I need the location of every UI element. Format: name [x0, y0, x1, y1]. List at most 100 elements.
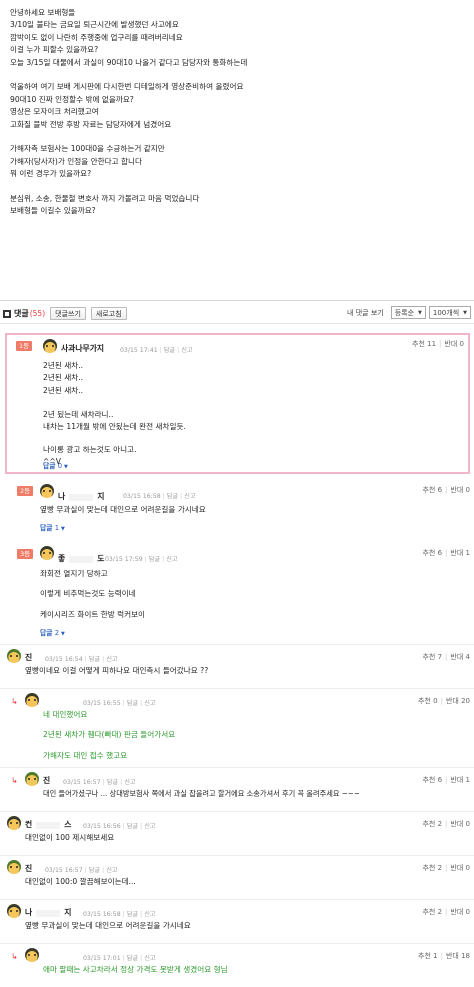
recommend-label[interactable]: 추천: [412, 340, 425, 348]
comment-time: 03/15 16:55: [83, 700, 121, 707]
comment-meta: 03/15 16:57 | 답글 | 신고: [63, 779, 136, 786]
recommend-label[interactable]: 추천: [422, 653, 435, 661]
report-link[interactable]: 신고: [106, 656, 117, 663]
post-line: 분심위, 소송, 한물철 변호사 까지 가볼려고 마음 먹었습니다: [10, 194, 200, 204]
report-link[interactable]: 신고: [106, 867, 117, 874]
comment-line: 2년된 새차가 휀다(빠대) 판금 들어가서요: [43, 730, 176, 740]
recommend-label[interactable]: 추천: [422, 908, 435, 916]
author-name[interactable]: 진: [25, 863, 32, 874]
recommend-label[interactable]: 추천: [418, 952, 431, 960]
oppose-count: 0: [465, 864, 470, 872]
comment-body: 대인없이 100:0 깔끔해보이는데...: [25, 876, 136, 888]
oppose-label[interactable]: 반대: [446, 697, 459, 705]
recommend-count: 2: [437, 820, 443, 828]
reply-link[interactable]: 답글: [127, 911, 138, 918]
comment-icon: [3, 309, 11, 318]
avatar[interactable]: [25, 772, 39, 786]
reply-count-link[interactable]: 답글 2 ▼: [40, 627, 65, 637]
comment-line: 네 대인했어요: [43, 710, 88, 719]
recommend-label[interactable]: 추천: [422, 820, 435, 828]
oppose-label[interactable]: 반대: [450, 486, 463, 494]
my-comments-link[interactable]: 내 댓글 보기: [347, 308, 384, 318]
avatar[interactable]: [7, 816, 21, 830]
avatar[interactable]: [40, 546, 54, 560]
avatar[interactable]: [40, 484, 54, 498]
comment-title: 댓글: [14, 309, 29, 318]
post-line: 깜박이도 없이 나란히 주행중에 업구리를 때려버리네요: [10, 32, 183, 42]
report-link[interactable]: 신고: [144, 955, 155, 962]
recommend-label[interactable]: 추천: [422, 776, 435, 784]
report-link[interactable]: 신고: [184, 493, 195, 500]
oppose-count: 4: [465, 653, 470, 661]
author-name[interactable]: 컨스: [25, 819, 71, 830]
comment-body: 대인 들어가셨구나 ... 상대방보험사 쪽에서 과실 잡을려고 할거에요 소송…: [43, 788, 360, 800]
reply-item: ↳ 진 03/15 16:57 | 답글 | 신고 추천 6 | 반대 1 대인 들어가셨구…: [0, 769, 474, 809]
post-line: 뭐 이런 경우가 있을까요?: [10, 169, 92, 179]
reply-link[interactable]: 답글: [164, 347, 175, 354]
report-link[interactable]: 신고: [166, 556, 177, 563]
oppose-label[interactable]: 반대: [450, 864, 463, 872]
oppose-label[interactable]: 반대: [450, 653, 463, 661]
sort-select[interactable]: 등록순 ▼: [390, 306, 426, 319]
post-line: 보배형들 이길수 있을까요?: [10, 206, 96, 216]
avatar[interactable]: [43, 339, 57, 353]
reply-link[interactable]: 답글: [127, 955, 138, 962]
author-name[interactable]: 나지: [25, 907, 71, 918]
chevron-down-icon: ▼: [61, 526, 65, 532]
refresh-button[interactable]: 새로고침: [90, 307, 127, 320]
report-link[interactable]: 신고: [181, 347, 192, 354]
comment-body: 좌회전 열지기 당하고 이렇게 비추먹는것도 능력이네 케이시리즈 화이트 한방…: [40, 568, 145, 621]
avatar[interactable]: [25, 948, 39, 962]
author-name[interactable]: 진: [43, 775, 50, 786]
recommend-count: 2: [437, 864, 443, 872]
reply-link[interactable]: 답글: [107, 779, 118, 786]
per-page-value: 100개씩: [432, 308, 460, 317]
oppose-label[interactable]: 반대: [446, 952, 459, 960]
reply-link[interactable]: 답글: [127, 700, 138, 707]
recommend-label[interactable]: 추천: [422, 549, 435, 557]
oppose-label[interactable]: 반대: [444, 340, 457, 348]
report-link[interactable]: 신고: [144, 911, 155, 918]
comment-line: 옆빵 무과실이 맞는데 대인으로 어려운길을 가시네요: [40, 505, 206, 514]
avatar[interactable]: [7, 649, 21, 663]
avatar[interactable]: [7, 860, 21, 874]
rank-badge: 3등: [17, 549, 34, 559]
recommend-label[interactable]: 추천: [422, 486, 435, 494]
reply-link[interactable]: 답글: [149, 556, 160, 563]
reply-link[interactable]: 답글: [89, 656, 100, 663]
author-name[interactable]: 좋도: [58, 553, 104, 564]
comment-time: 03/15 16:58: [83, 911, 121, 918]
comment-line: 대인 들어가셨구나 ... 상대방보험사 쪽에서 과실 잡을려고 할거에요 소송…: [43, 789, 360, 798]
comment-body: 옆빵 무과실이 맞는데 대인으로 어려운길을 가시네요: [40, 504, 206, 516]
reply-count-link[interactable]: 답글 1 ▼: [40, 522, 65, 532]
write-comment-button[interactable]: 댓글쓰기: [50, 307, 86, 320]
per-page-select[interactable]: 100개씩 ▼: [428, 306, 471, 319]
report-link[interactable]: 신고: [144, 700, 155, 707]
reply-link[interactable]: 답글: [167, 493, 178, 500]
comment-meta: 03/15 16:54 | 답글 | 신고: [45, 656, 118, 663]
recommend-count: 6: [437, 486, 443, 494]
report-link[interactable]: 신고: [144, 823, 155, 830]
oppose-label[interactable]: 반대: [450, 820, 463, 828]
recommend-label[interactable]: 추천: [422, 864, 435, 872]
author-name[interactable]: 사과나무가지: [61, 343, 104, 354]
vote-counts: 추천 6 | 반대 1: [422, 549, 470, 557]
reply-link[interactable]: 답글: [127, 823, 138, 830]
recommend-label[interactable]: 추천: [418, 697, 431, 705]
reply-link[interactable]: 답글: [89, 867, 100, 874]
avatar[interactable]: [7, 904, 21, 918]
divider: [0, 943, 474, 944]
reply-item: ↳ 03/15 17:01 | 답글 | 신고 추천 1 | 반대 18 애마 팔때는 사고…: [0, 945, 474, 985]
oppose-label[interactable]: 반대: [450, 908, 463, 916]
oppose-label[interactable]: 반대: [450, 776, 463, 784]
author-name[interactable]: 진: [25, 652, 32, 663]
author-name[interactable]: 나지: [58, 491, 104, 502]
avatar[interactable]: [25, 693, 39, 707]
chevron-down-icon: ▼: [64, 464, 68, 470]
report-link[interactable]: 신고: [124, 779, 135, 786]
reply-count-link[interactable]: 답글 0 ▼: [43, 460, 68, 470]
vote-counts: 추천 0 | 반대 20: [418, 697, 470, 705]
comment-line: 대인없이 100:0 깔끔해보이는데...: [25, 877, 136, 886]
oppose-label[interactable]: 반대: [450, 549, 463, 557]
comment-line: 내차는 11개월 밖에 안됬는데 완전 새차일듯.: [43, 422, 186, 432]
